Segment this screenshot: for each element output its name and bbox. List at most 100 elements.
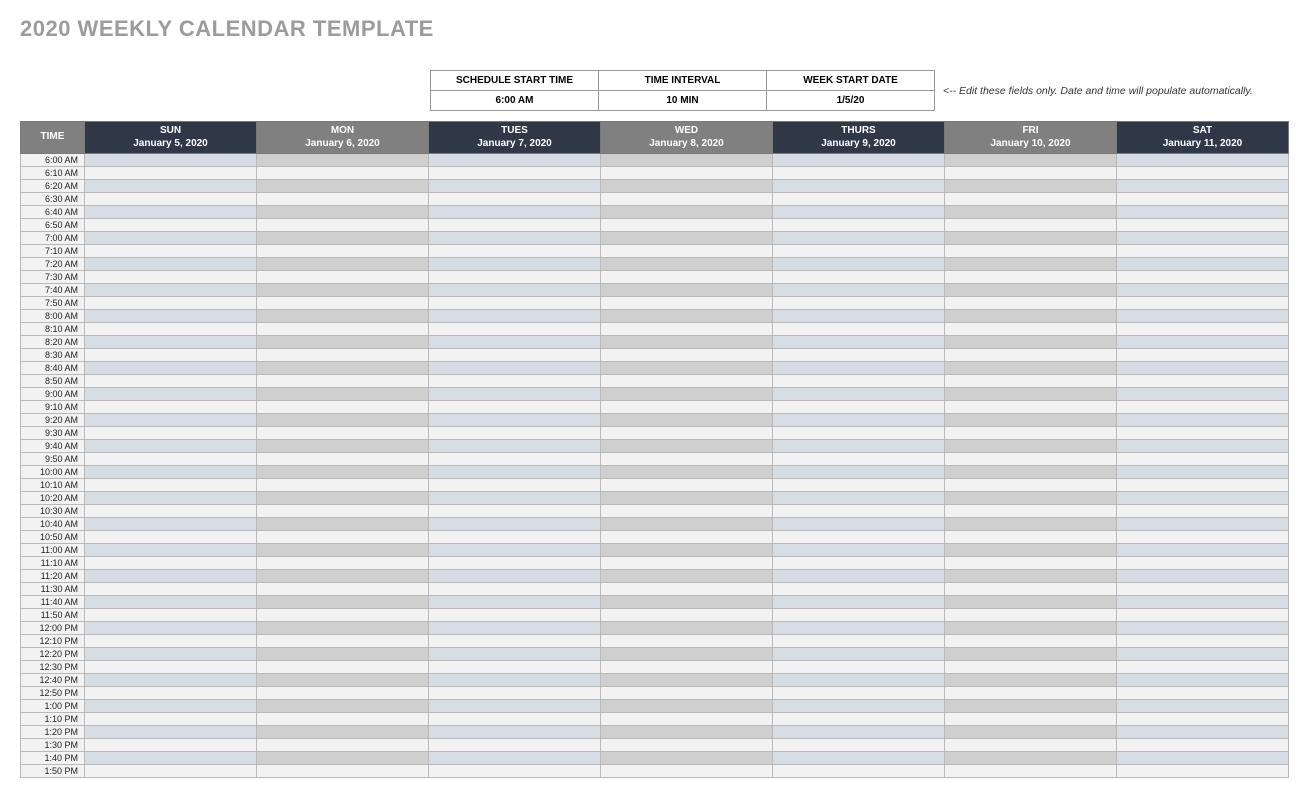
- schedule-cell[interactable]: [601, 674, 773, 687]
- schedule-cell[interactable]: [257, 284, 429, 297]
- schedule-cell[interactable]: [773, 713, 945, 726]
- schedule-cell[interactable]: [257, 752, 429, 765]
- schedule-cell[interactable]: [429, 297, 601, 310]
- schedule-cell[interactable]: [1117, 349, 1289, 362]
- schedule-cell[interactable]: [257, 492, 429, 505]
- schedule-cell[interactable]: [945, 596, 1117, 609]
- schedule-cell[interactable]: [773, 557, 945, 570]
- schedule-cell[interactable]: [257, 401, 429, 414]
- schedule-cell[interactable]: [85, 570, 257, 583]
- schedule-cell[interactable]: [85, 154, 257, 167]
- schedule-cell[interactable]: [601, 323, 773, 336]
- schedule-cell[interactable]: [945, 453, 1117, 466]
- schedule-cell[interactable]: [429, 700, 601, 713]
- schedule-cell[interactable]: [945, 674, 1117, 687]
- schedule-cell[interactable]: [257, 154, 429, 167]
- schedule-cell[interactable]: [257, 427, 429, 440]
- schedule-cell[interactable]: [601, 193, 773, 206]
- schedule-cell[interactable]: [1117, 674, 1289, 687]
- schedule-cell[interactable]: [257, 700, 429, 713]
- schedule-cell[interactable]: [601, 700, 773, 713]
- schedule-cell[interactable]: [945, 713, 1117, 726]
- schedule-cell[interactable]: [257, 739, 429, 752]
- schedule-cell[interactable]: [85, 440, 257, 453]
- schedule-cell[interactable]: [429, 401, 601, 414]
- schedule-cell[interactable]: [945, 297, 1117, 310]
- schedule-cell[interactable]: [945, 427, 1117, 440]
- schedule-cell[interactable]: [85, 284, 257, 297]
- schedule-cell[interactable]: [1117, 700, 1289, 713]
- schedule-cell[interactable]: [945, 531, 1117, 544]
- schedule-cell[interactable]: [85, 700, 257, 713]
- schedule-cell[interactable]: [429, 531, 601, 544]
- schedule-cell[interactable]: [429, 427, 601, 440]
- schedule-cell[interactable]: [601, 401, 773, 414]
- schedule-cell[interactable]: [85, 193, 257, 206]
- schedule-cell[interactable]: [773, 310, 945, 323]
- schedule-cell[interactable]: [945, 154, 1117, 167]
- schedule-cell[interactable]: [945, 505, 1117, 518]
- schedule-cell[interactable]: [773, 271, 945, 284]
- schedule-cell[interactable]: [257, 388, 429, 401]
- schedule-cell[interactable]: [773, 193, 945, 206]
- schedule-cell[interactable]: [945, 609, 1117, 622]
- schedule-cell[interactable]: [429, 505, 601, 518]
- schedule-cell[interactable]: [257, 180, 429, 193]
- schedule-cell[interactable]: [257, 362, 429, 375]
- schedule-cell[interactable]: [1117, 518, 1289, 531]
- schedule-cell[interactable]: [1117, 583, 1289, 596]
- schedule-cell[interactable]: [1117, 713, 1289, 726]
- schedule-cell[interactable]: [945, 167, 1117, 180]
- schedule-cell[interactable]: [257, 310, 429, 323]
- schedule-cell[interactable]: [601, 427, 773, 440]
- schedule-cell[interactable]: [429, 310, 601, 323]
- schedule-cell[interactable]: [85, 297, 257, 310]
- schedule-cell[interactable]: [85, 401, 257, 414]
- schedule-cell[interactable]: [429, 349, 601, 362]
- schedule-cell[interactable]: [945, 310, 1117, 323]
- schedule-cell[interactable]: [257, 661, 429, 674]
- schedule-cell[interactable]: [429, 739, 601, 752]
- schedule-cell[interactable]: [429, 167, 601, 180]
- schedule-cell[interactable]: [1117, 726, 1289, 739]
- schedule-cell[interactable]: [945, 245, 1117, 258]
- schedule-cell[interactable]: [945, 180, 1117, 193]
- schedule-cell[interactable]: [945, 323, 1117, 336]
- schedule-cell[interactable]: [773, 388, 945, 401]
- schedule-cell[interactable]: [257, 440, 429, 453]
- schedule-cell[interactable]: [429, 674, 601, 687]
- schedule-cell[interactable]: [85, 739, 257, 752]
- schedule-cell[interactable]: [1117, 440, 1289, 453]
- schedule-cell[interactable]: [773, 531, 945, 544]
- schedule-cell[interactable]: [429, 453, 601, 466]
- schedule-cell[interactable]: [257, 557, 429, 570]
- schedule-cell[interactable]: [257, 232, 429, 245]
- schedule-cell[interactable]: [257, 726, 429, 739]
- schedule-cell[interactable]: [257, 544, 429, 557]
- schedule-cell[interactable]: [945, 388, 1117, 401]
- schedule-cell[interactable]: [85, 414, 257, 427]
- schedule-cell[interactable]: [601, 518, 773, 531]
- schedule-cell[interactable]: [429, 687, 601, 700]
- schedule-cell[interactable]: [773, 167, 945, 180]
- schedule-cell[interactable]: [945, 661, 1117, 674]
- schedule-cell[interactable]: [601, 310, 773, 323]
- schedule-cell[interactable]: [85, 310, 257, 323]
- schedule-cell[interactable]: [429, 180, 601, 193]
- schedule-cell[interactable]: [773, 726, 945, 739]
- schedule-cell[interactable]: [257, 531, 429, 544]
- schedule-cell[interactable]: [601, 349, 773, 362]
- schedule-cell[interactable]: [85, 752, 257, 765]
- schedule-cell[interactable]: [773, 297, 945, 310]
- schedule-cell[interactable]: [945, 492, 1117, 505]
- settings-value-interval[interactable]: 10 MIN: [599, 91, 767, 111]
- schedule-cell[interactable]: [1117, 765, 1289, 778]
- schedule-cell[interactable]: [1117, 609, 1289, 622]
- schedule-cell[interactable]: [945, 193, 1117, 206]
- schedule-cell[interactable]: [429, 518, 601, 531]
- schedule-cell[interactable]: [1117, 414, 1289, 427]
- schedule-cell[interactable]: [1117, 570, 1289, 583]
- schedule-cell[interactable]: [1117, 661, 1289, 674]
- schedule-cell[interactable]: [85, 336, 257, 349]
- schedule-cell[interactable]: [257, 518, 429, 531]
